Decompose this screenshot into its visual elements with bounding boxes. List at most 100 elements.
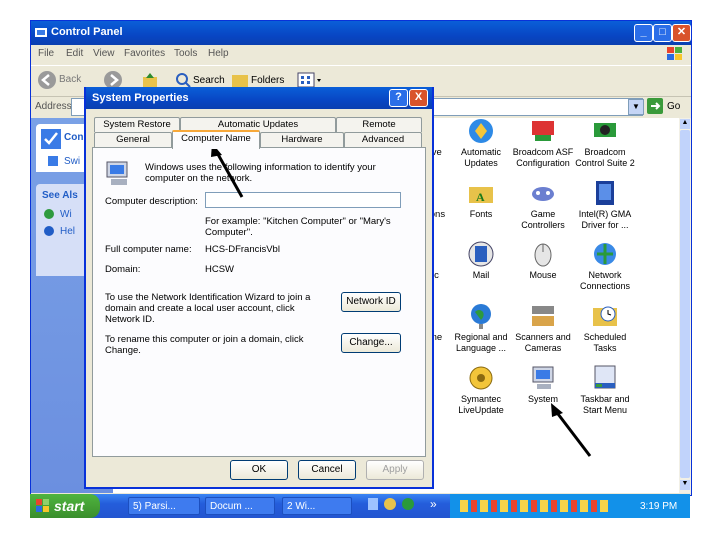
menu-file[interactable]: File [38,48,54,59]
start-label: start [54,498,85,514]
intel-monitor-icon [596,181,614,205]
address-dropdown[interactable]: ▼ [628,99,644,115]
clock[interactable]: 3:19 PM [640,501,677,512]
full-name-label: Full computer name: [105,244,192,255]
tab-advanced[interactable]: Advanced [344,132,422,147]
globe-icon [471,304,491,329]
svg-text:A: A [476,190,485,204]
go-icon[interactable] [647,98,663,114]
folders-icon[interactable] [231,72,249,88]
search-icon[interactable] [175,72,191,88]
domain-label: Domain: [105,264,141,275]
icon-label: Broadcom ASF Configuration [512,147,574,168]
icon-label: Mouse [529,270,557,280]
icon-label: Broadcom Control Suite 2 [575,147,635,168]
icon-label: Scheduled Tasks [583,332,627,353]
rename-text: To rename this computer or join a domain… [105,334,304,356]
quicklaunch-icon[interactable] [402,498,414,510]
vertical-scrollbar[interactable]: ▲ ▼ [679,118,691,493]
full-name-value: HCS-DFrancisVbl [205,244,280,255]
help-link[interactable]: Hel [60,226,75,237]
menu-edit[interactable]: Edit [66,48,83,59]
control-panel-icon [35,28,47,37]
views-icon[interactable] [297,72,323,88]
tray-icons[interactable] [460,500,610,512]
mouse-icon [534,243,552,267]
icon-label: Automatic Updates [460,147,502,168]
quicklaunch-icon[interactable] [368,498,378,510]
maximize-button[interactable]: □ [653,24,672,42]
close-button[interactable]: ✕ [672,24,691,42]
scanner-icon [532,306,554,326]
task-button[interactable]: 2 Wi... [282,497,352,515]
task-button[interactable]: Docum ... [205,497,275,515]
windows-update-link[interactable]: Wi [60,209,72,220]
menu-bar: File Edit View Favorites Tools Help [31,45,691,63]
scroll-thumb[interactable] [680,130,690,478]
control-panel-heading: Con [64,132,84,143]
control-panel-box-icon [41,129,61,149]
intro-text: Windows uses the following information t… [145,162,376,184]
task-label: Docum ... [210,501,253,512]
scheduled-tasks-icon [593,306,617,326]
liveupdate-icon [469,366,493,390]
close-button[interactable]: X [409,89,428,107]
shield-icon [469,119,493,143]
help-button[interactable]: ? [389,89,408,107]
fonts-folder-icon: A [469,187,493,204]
scroll-up-button[interactable]: ▲ [680,119,690,129]
tab-system-restore[interactable]: System Restore [94,117,180,132]
windows-flag-icon [36,499,49,512]
dialog-title-bar[interactable]: System Properties ? X [86,87,432,109]
task-button[interactable]: 5) Parsi... [128,497,200,515]
menu-help[interactable]: Help [208,48,229,59]
change-button[interactable]: Change... [341,333,401,353]
icon-label: Scanners and Cameras [515,332,571,353]
tab-computer-name[interactable]: Computer Name [172,130,260,149]
menu-tools[interactable]: Tools [174,48,197,59]
icon-label: Taskbar and Start Menu [580,394,630,415]
menu-favorites[interactable]: Favorites [124,48,165,59]
start-button[interactable]: start [30,494,100,518]
description-label: Computer description: [105,196,198,207]
icon-label: Game Controllers [521,209,565,230]
icon-label: Intel(R) GMA Driver for ... [578,209,632,230]
system-computer-icon [532,366,554,389]
mail-icon [468,241,494,267]
tab-remote[interactable]: Remote [336,117,422,132]
gamepad-icon [532,187,554,201]
back-icon[interactable] [37,70,57,90]
computer-icon [106,161,128,185]
taskbar: start 5) Parsi... Docum ... 2 Wi... » 3:… [30,494,690,518]
broadcom-asf-icon [532,121,554,141]
search-label[interactable]: Search [193,75,225,86]
minimize-button[interactable]: _ [634,24,653,42]
icon-label: Network Connections [579,270,631,291]
chevron-icon[interactable]: » [430,497,437,511]
icon-label: Regional and Language ... [454,332,508,353]
ok-button[interactable]: OK [230,460,288,480]
system-tray: 3:19 PM [450,494,690,518]
broadcom-control-icon [594,123,616,137]
tab-hardware[interactable]: Hardware [260,132,344,147]
folders-label[interactable]: Folders [251,75,284,86]
see-also-heading: See Als [42,190,78,201]
network-id-button[interactable]: Network ID [341,292,401,312]
switch-icon [48,156,58,166]
back-label[interactable]: Back [59,74,81,85]
title-bar[interactable]: Control Panel _ □ ✕ [31,21,691,45]
go-label[interactable]: Go [667,101,680,112]
icon-label: Mail [472,270,490,280]
switch-view-link[interactable]: Swi [64,156,80,167]
cancel-button[interactable]: Cancel [298,460,356,480]
computer-description-input[interactable] [205,192,401,208]
scroll-down-button[interactable]: ▼ [680,480,690,490]
taskbar-icon [594,365,616,389]
menu-view[interactable]: View [93,48,115,59]
icon-label: Symantec LiveUpdate [458,394,504,415]
apply-button[interactable]: Apply [366,460,424,480]
address-label: Address [35,101,72,112]
system-properties-dialog: System Properties ? X System Restore Aut… [84,87,434,489]
tab-general[interactable]: General [94,132,172,147]
quicklaunch-icon[interactable] [384,498,396,510]
